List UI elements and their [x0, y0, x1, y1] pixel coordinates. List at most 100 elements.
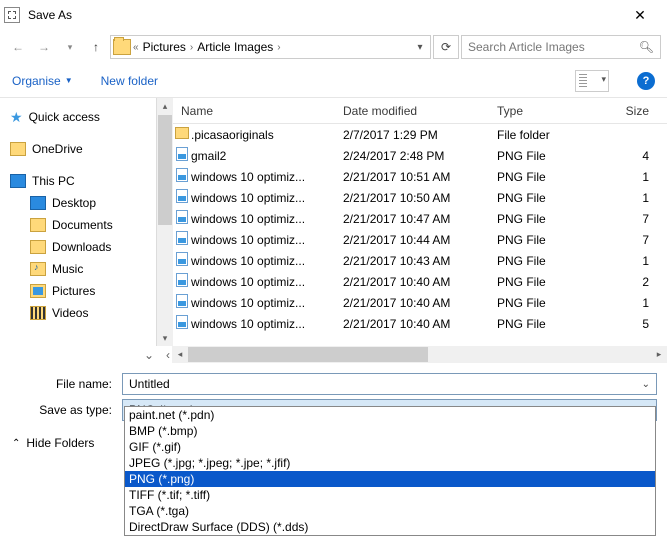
- breadcrumb-item-pictures[interactable]: Pictures: [141, 40, 188, 54]
- file-date: 2/24/2017 2:48 PM: [343, 149, 497, 163]
- tree-label: OneDrive: [32, 142, 83, 156]
- scroll-up-arrow[interactable]: ▴: [157, 98, 173, 114]
- pc-icon: [10, 174, 26, 188]
- folder-icon: [173, 127, 191, 142]
- file-type: PNG File: [497, 191, 607, 205]
- hide-folders-button[interactable]: ⌃ Hide Folders: [12, 436, 94, 450]
- dropdown-option[interactable]: TGA (*.tga): [125, 503, 655, 519]
- recent-drop-icon[interactable]: ▾: [58, 35, 82, 59]
- col-type[interactable]: Type: [497, 104, 607, 118]
- tree-label: Pictures: [52, 284, 95, 298]
- videos-icon: [30, 306, 46, 320]
- chevron-down-icon[interactable]: ⌄: [642, 379, 650, 390]
- breadcrumb-root-sep: «: [133, 42, 139, 53]
- dropdown-option[interactable]: DirectDraw Surface (DDS) (*.dds): [125, 519, 655, 535]
- dropdown-option[interactable]: JPEG (*.jpg; *.jpeg; *.jpe; *.jfif): [125, 455, 655, 471]
- view-layout-button[interactable]: [575, 70, 609, 92]
- breadcrumb-item-article-images[interactable]: Article Images: [195, 40, 275, 54]
- tree-onedrive[interactable]: OneDrive: [10, 138, 152, 160]
- chevron-down-icon: ▼: [65, 76, 73, 85]
- table-row[interactable]: windows 10 optimiz...2/21/2017 10:47 AMP…: [173, 208, 667, 229]
- close-button[interactable]: ✕: [617, 7, 663, 24]
- breadcrumb-history-drop[interactable]: ▾: [412, 42, 428, 53]
- table-row[interactable]: windows 10 optimiz...2/21/2017 10:51 AMP…: [173, 166, 667, 187]
- file-size: 1: [607, 254, 667, 268]
- help-button[interactable]: ?: [637, 72, 655, 90]
- tree-scrollbar[interactable]: ▴ ▾: [156, 98, 173, 346]
- dropdown-option[interactable]: BMP (*.bmp): [125, 423, 655, 439]
- new-folder-button[interactable]: New folder: [101, 74, 158, 88]
- col-size[interactable]: Size: [607, 104, 667, 118]
- table-row[interactable]: windows 10 optimiz...2/21/2017 10:50 AMP…: [173, 187, 667, 208]
- table-row[interactable]: windows 10 optimiz...2/21/2017 10:43 AMP…: [173, 250, 667, 271]
- tree-videos[interactable]: Videos: [10, 302, 152, 324]
- tree-expand-toggle[interactable]: ⌄: [0, 346, 156, 363]
- tree-music[interactable]: Music: [10, 258, 152, 280]
- tree-label: This PC: [32, 174, 75, 188]
- png-file-icon: [173, 273, 191, 290]
- file-date: 2/21/2017 10:47 AM: [343, 212, 497, 226]
- table-row[interactable]: gmail22/24/2017 2:48 PMPNG File4: [173, 145, 667, 166]
- up-button[interactable]: ↑: [84, 35, 108, 59]
- png-file-icon: [173, 252, 191, 269]
- col-date[interactable]: Date modified: [343, 104, 497, 118]
- table-row[interactable]: windows 10 optimiz...2/21/2017 10:40 AMP…: [173, 271, 667, 292]
- filename-field[interactable]: Untitled ⌄: [122, 373, 657, 395]
- organise-label: Organise: [12, 74, 61, 88]
- tree-desktop[interactable]: Desktop: [10, 192, 152, 214]
- png-file-icon: [173, 294, 191, 311]
- breadcrumb[interactable]: « Pictures › Article Images › ▾: [110, 35, 431, 59]
- file-name: windows 10 optimiz...: [191, 170, 343, 184]
- file-type: PNG File: [497, 296, 607, 310]
- back-button[interactable]: ←: [6, 35, 30, 59]
- scroll-right-arrow[interactable]: ▸: [651, 346, 667, 363]
- png-file-icon: [173, 210, 191, 227]
- tree-documents[interactable]: Documents: [10, 214, 152, 236]
- scroll-left-arrow[interactable]: ◂: [172, 346, 188, 363]
- file-size: 1: [607, 191, 667, 205]
- dropdown-option[interactable]: paint.net (*.pdn): [125, 407, 655, 423]
- hscroll-strip: ⌄ ‹ ◂ ▸: [0, 346, 667, 363]
- desktop-icon: [30, 196, 46, 210]
- save-as-type-label: Save as type:: [10, 403, 122, 417]
- forward-button[interactable]: →: [32, 35, 56, 59]
- file-size: 5: [607, 317, 667, 331]
- file-size: 4: [607, 149, 667, 163]
- scroll-thumb[interactable]: [158, 115, 172, 225]
- save-as-type-dropdown[interactable]: paint.net (*.pdn)BMP (*.bmp)GIF (*.gif)J…: [124, 406, 656, 536]
- scroll-down-arrow[interactable]: ▾: [157, 330, 173, 346]
- refresh-button[interactable]: ⟳: [433, 35, 459, 59]
- file-type: File folder: [497, 128, 607, 142]
- file-name: windows 10 optimiz...: [191, 296, 343, 310]
- pictures-icon: [30, 284, 46, 298]
- tree-label: Desktop: [52, 196, 96, 210]
- table-row[interactable]: .picasaoriginals2/7/2017 1:29 PMFile fol…: [173, 124, 667, 145]
- tree-this-pc[interactable]: This PC: [10, 170, 152, 192]
- scroll-track[interactable]: [428, 346, 651, 363]
- search-placeholder: Search Article Images: [468, 40, 585, 54]
- col-name[interactable]: Name: [173, 104, 343, 118]
- chevron-down-icon: ⌃: [12, 438, 20, 449]
- scroll-thumb[interactable]: [188, 347, 428, 362]
- table-row[interactable]: windows 10 optimiz...2/21/2017 10:40 AMP…: [173, 292, 667, 313]
- file-date: 2/7/2017 1:29 PM: [343, 128, 497, 142]
- file-date: 2/21/2017 10:40 AM: [343, 275, 497, 289]
- tree-quick-access[interactable]: ★Quick access: [10, 106, 152, 128]
- dropdown-option[interactable]: PNG (*.png): [125, 471, 655, 487]
- dropdown-option[interactable]: TIFF (*.tif; *.tiff): [125, 487, 655, 503]
- file-type: PNG File: [497, 212, 607, 226]
- list-hscrollbar[interactable]: ◂ ▸: [172, 346, 667, 363]
- file-name: .picasaoriginals: [191, 128, 343, 142]
- tree-downloads[interactable]: Downloads: [10, 236, 152, 258]
- scroll-track[interactable]: [157, 226, 173, 330]
- dropdown-option[interactable]: GIF (*.gif): [125, 439, 655, 455]
- search-icon: 🔍︎: [639, 40, 654, 54]
- music-icon: [30, 262, 46, 276]
- tree-pictures[interactable]: Pictures: [10, 280, 152, 302]
- table-row[interactable]: windows 10 optimiz...2/21/2017 10:44 AMP…: [173, 229, 667, 250]
- organise-button[interactable]: Organise ▼: [12, 74, 73, 88]
- search-input[interactable]: Search Article Images 🔍︎: [461, 35, 661, 59]
- nav-bar: ← → ▾ ↑ « Pictures › Article Images › ▾ …: [0, 30, 667, 64]
- file-date: 2/21/2017 10:51 AM: [343, 170, 497, 184]
- table-row[interactable]: windows 10 optimiz...2/21/2017 10:40 AMP…: [173, 313, 667, 334]
